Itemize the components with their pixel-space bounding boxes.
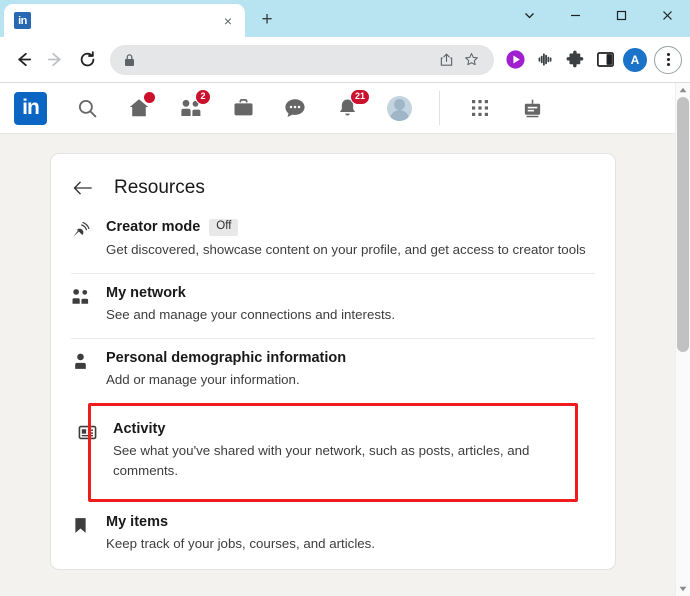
notifications-icon[interactable]: 21: [321, 86, 373, 131]
my-network-icon: [71, 285, 93, 325]
resource-description: See what you've shared with your network…: [113, 443, 530, 479]
resource-title: My network: [106, 284, 186, 301]
audio-extension-icon[interactable]: [531, 46, 559, 74]
resource-description: Add or manage your information.: [106, 371, 300, 387]
star-icon[interactable]: [460, 49, 482, 71]
forward-button[interactable]: [40, 45, 70, 75]
tab-search-button[interactable]: [506, 0, 552, 30]
avatar-body: [389, 109, 409, 121]
window-controls: [506, 0, 690, 30]
new-tab-button[interactable]: +: [252, 5, 282, 35]
person-icon: [71, 350, 93, 390]
advertise-icon[interactable]: [506, 86, 558, 131]
reload-button[interactable]: [72, 45, 102, 75]
resources-list: Creator mode Off Get discovered, showcas…: [51, 217, 615, 567]
close-window-button[interactable]: [644, 0, 690, 30]
scrollbar-track[interactable]: [676, 97, 690, 582]
browser-window: in × + A in 2 21 Resources Creator mode …: [0, 0, 690, 596]
resource-item-activity[interactable]: Activity See what you've shared with you…: [71, 403, 595, 501]
resource-title-row: My items: [106, 514, 587, 530]
side-panel-icon[interactable]: [591, 46, 619, 74]
resource-text: My network See and manage your connectio…: [93, 285, 595, 325]
status-badge: Off: [209, 219, 239, 236]
my-network-icon[interactable]: 2: [165, 86, 217, 131]
resource-title: Activity: [113, 421, 166, 438]
lock-icon: [123, 53, 136, 67]
resource-title: My items: [106, 513, 169, 530]
resource-item-creator-mode[interactable]: Creator mode Off Get discovered, showcas…: [71, 217, 595, 273]
tab-strip: in × +: [0, 0, 690, 37]
resource-text: Activity See what you've shared with you…: [100, 421, 595, 481]
resource-item-my-items[interactable]: My items Keep track of your jobs, course…: [71, 502, 595, 567]
resource-title-row: Creator mode Off: [106, 219, 587, 236]
card-header: Resources: [51, 154, 615, 217]
three-dot-menu-icon[interactable]: [654, 45, 682, 74]
back-button[interactable]: [8, 45, 38, 75]
menu-dot: [666, 63, 670, 66]
resource-title-row: Activity: [113, 421, 587, 437]
resource-text: My items Keep track of your jobs, course…: [93, 514, 595, 554]
resources-card: Resources Creator mode Off Get discovere…: [50, 153, 616, 570]
linkedin-favicon: in: [14, 12, 31, 29]
linkedin-page-body: Resources Creator mode Off Get discovere…: [0, 134, 690, 596]
resource-title: Personal demographic information: [106, 349, 347, 366]
menu-dot: [666, 53, 670, 56]
resource-title: Creator mode: [106, 219, 201, 236]
my-network-badge: 2: [195, 88, 211, 105]
extensions-puzzle-icon[interactable]: [561, 46, 589, 74]
nav-divider: [439, 91, 440, 125]
address-bar[interactable]: [110, 44, 494, 75]
resource-item-personal-demographic[interactable]: Personal demographic information Add or …: [71, 337, 595, 403]
resource-item-personal-demographic-wrap: Personal demographic information Add or …: [71, 337, 595, 403]
browser-tab-linkedin[interactable]: in ×: [4, 4, 245, 37]
resource-description: See and manage your connections and inte…: [106, 306, 396, 322]
scrollbar-thumb[interactable]: [676, 97, 689, 352]
resource-item-my-network-wrap: My network See and manage your connectio…: [71, 272, 595, 338]
page-viewport: in 2 21 Resources Creator mode Off Get d…: [0, 82, 690, 596]
maximize-button[interactable]: [598, 0, 644, 30]
home-badge: [143, 90, 156, 104]
close-tab-icon[interactable]: ×: [219, 12, 237, 30]
back-arrow-icon[interactable]: [70, 175, 96, 201]
share-icon[interactable]: [435, 49, 457, 71]
avatar: [386, 95, 412, 121]
menu-dot: [666, 58, 670, 61]
creator-mode-icon: [71, 219, 93, 260]
me-avatar[interactable]: [373, 86, 425, 131]
resource-description: Get discovered, showcase content on your…: [106, 241, 586, 257]
resource-text: Creator mode Off Get discovered, showcas…: [93, 219, 595, 260]
scroll-up-arrow-icon[interactable]: [676, 83, 690, 97]
minimize-button[interactable]: [552, 0, 598, 30]
resource-title-row: Personal demographic information: [106, 350, 587, 366]
linkedin-global-nav: in 2 21: [0, 83, 690, 134]
page-scrollbar[interactable]: [675, 83, 690, 596]
work-grid-icon[interactable]: [454, 86, 506, 131]
page-title: Resources: [114, 177, 205, 198]
bookmark-icon: [71, 514, 93, 554]
resource-description: Keep track of your jobs, courses, and ar…: [106, 535, 376, 551]
resource-item-creator-mode-wrap: Creator mode Off Get discovered, showcas…: [71, 217, 595, 273]
browser-toolbar: A: [0, 37, 690, 82]
resource-title-row: My network: [106, 285, 587, 301]
resource-item-activity-wrap: Activity See what you've shared with you…: [71, 403, 595, 502]
media-player-extension-icon[interactable]: [501, 46, 529, 74]
linkedin-logo[interactable]: in: [14, 91, 47, 125]
activity-icon: [78, 421, 100, 481]
search-icon[interactable]: [61, 86, 113, 131]
scroll-down-arrow-icon[interactable]: [676, 582, 690, 596]
resource-item-my-items-wrap: My items Keep track of your jobs, course…: [71, 502, 595, 567]
jobs-icon[interactable]: [217, 86, 269, 131]
messaging-icon[interactable]: [269, 86, 321, 131]
resource-text: Personal demographic information Add or …: [93, 350, 595, 390]
resource-item-my-network[interactable]: My network See and manage your connectio…: [71, 272, 595, 338]
profile-avatar-button[interactable]: A: [623, 47, 647, 72]
home-icon[interactable]: [113, 86, 165, 131]
notifications-badge: 21: [349, 88, 370, 105]
avatar-head: [393, 98, 405, 110]
